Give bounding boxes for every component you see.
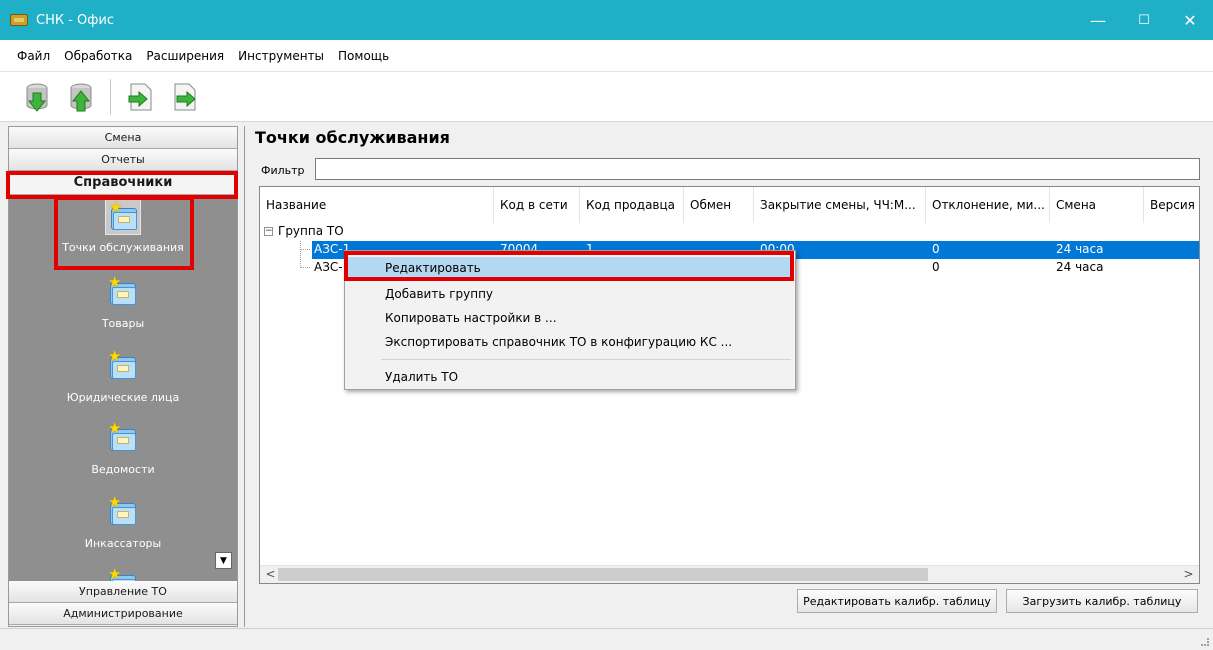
menu-item-delete[interactable]: Удалить ТО — [347, 366, 793, 388]
scroll-left-icon[interactable]: < — [262, 567, 279, 583]
nav-item-label: Юридические лица — [66, 391, 180, 404]
edit-calibration-button[interactable]: Редактировать калибр. таблицу — [797, 589, 997, 613]
load-calibration-button[interactable]: Загрузить калибр. таблицу — [1006, 589, 1198, 613]
navigation-panel: Смена Отчеты Справочники ★ Точки обслужи… — [8, 126, 238, 627]
minimize-button[interactable]: — — [1075, 0, 1121, 40]
menu-file[interactable]: Файл — [10, 49, 57, 63]
category-to-management[interactable]: Управление ТО — [9, 581, 237, 603]
column-header-seller-code[interactable]: Код продавца — [580, 187, 684, 223]
folder-star-icon: ★ — [105, 199, 141, 235]
page-title: Точки обслуживания — [255, 128, 450, 147]
db-upload-icon[interactable] — [66, 81, 96, 113]
nav-item-partial: ★ — [9, 567, 237, 581]
folder-star-icon: ★ — [105, 421, 141, 457]
folder-star-icon: ★ — [105, 275, 141, 311]
horizontal-scrollbar[interactable]: < > — [260, 565, 1199, 583]
filter-label: Фильтр — [261, 164, 305, 177]
nav-scroll-down-button[interactable]: ▼ — [215, 552, 232, 569]
app-icon — [10, 14, 28, 26]
resize-grip-icon[interactable] — [1201, 638, 1209, 646]
db-download-icon[interactable] — [22, 81, 52, 113]
close-button[interactable]: ✕ — [1167, 0, 1213, 40]
toolbar — [0, 72, 1213, 122]
menu-item-copy-settings[interactable]: Копировать настройки в ... — [347, 307, 793, 329]
context-menu: Редактировать Добавить группу Копировать… — [344, 250, 796, 390]
nav-item-label: Товары — [101, 317, 145, 330]
nav-item-label: Точки обслуживания — [62, 241, 184, 254]
column-header-network-code[interactable]: Код в сети — [494, 187, 580, 223]
column-header-deviation[interactable]: Отклонение, ми... — [926, 187, 1050, 223]
maximize-button[interactable]: ☐ — [1121, 0, 1167, 40]
nav-item-service-points[interactable]: ★ Точки обслуживания — [9, 199, 237, 254]
toolbar-separator — [110, 78, 111, 115]
nav-item-statements[interactable]: ★ Ведомости — [9, 421, 237, 477]
column-header-version[interactable]: Версия ПО — [1144, 187, 1199, 223]
collapse-icon[interactable]: − — [264, 227, 273, 236]
category-items: ★ Точки обслуживания ★ Товары ★ Юридичес… — [9, 195, 237, 581]
column-header-shift[interactable]: Смена — [1050, 187, 1144, 223]
menu-help[interactable]: Помощь — [331, 49, 396, 63]
group-name: Группа ТО — [278, 224, 344, 238]
folder-star-icon: ★ — [105, 567, 141, 581]
column-header-exchange[interactable]: Обмен — [684, 187, 754, 223]
menu-extensions[interactable]: Расширения — [139, 49, 231, 63]
category-shift[interactable]: Смена — [9, 127, 237, 149]
folder-star-icon: ★ — [105, 495, 141, 531]
menu-bar: Файл Обработка Расширения Инструменты По… — [0, 40, 1213, 72]
category-directories[interactable]: Справочники — [9, 171, 237, 195]
title-bar: СНК - Офис — ☐ ✕ — [0, 0, 1213, 40]
status-bar — [0, 628, 1213, 650]
menu-processing[interactable]: Обработка — [57, 49, 139, 63]
category-administration[interactable]: Администрирование — [9, 603, 237, 625]
scroll-thumb[interactable] — [278, 568, 928, 581]
menu-item-export-directory[interactable]: Экспортировать справочник ТО в конфигура… — [347, 331, 793, 353]
column-header-close-time[interactable]: Закрытие смены, ЧЧ:М... — [754, 187, 926, 223]
folder-star-icon: ★ — [105, 349, 141, 385]
doc-import-icon[interactable] — [125, 81, 155, 113]
tree-group-row[interactable]: − Группа ТО — [260, 223, 1199, 241]
nav-item-goods[interactable]: ★ Товары — [9, 275, 237, 331]
nav-item-collectors[interactable]: ★ Инкассаторы — [9, 495, 237, 551]
nav-item-label: Инкассаторы — [84, 537, 162, 550]
filter-input[interactable] — [315, 158, 1200, 180]
column-header-name[interactable]: Название — [260, 187, 494, 223]
doc-export-icon[interactable] — [169, 81, 199, 113]
window-title: СНК - Офис — [36, 12, 114, 28]
menu-item-edit[interactable]: Редактировать — [347, 257, 793, 279]
scroll-right-icon[interactable]: > — [1180, 567, 1197, 583]
menu-tools[interactable]: Инструменты — [231, 49, 331, 63]
nav-item-legal-entities[interactable]: ★ Юридические лица — [9, 349, 237, 405]
category-reports[interactable]: Отчеты — [9, 149, 237, 171]
grid-header: Название Код в сети Код продавца Обмен З… — [260, 187, 1199, 223]
menu-separator — [381, 359, 791, 360]
nav-item-label: Ведомости — [91, 463, 155, 476]
menu-item-add-group[interactable]: Добавить группу — [347, 283, 793, 305]
